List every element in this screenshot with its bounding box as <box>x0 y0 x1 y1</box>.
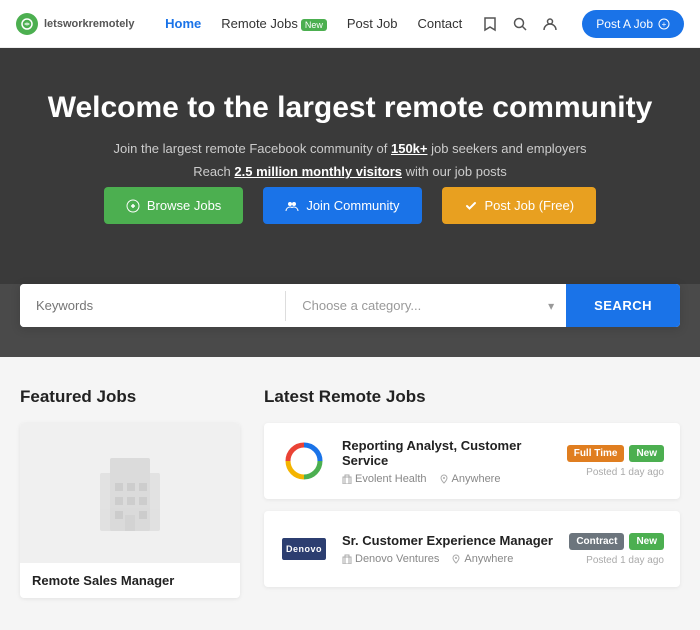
job-location-1: Anywhere <box>439 473 501 485</box>
tag-new-1: New <box>629 445 664 462</box>
hero-buttons: Browse Jobs Join Community Post Job (Fre… <box>20 187 680 224</box>
logo-icon <box>16 13 38 35</box>
job-meta-1: Evolent Health Anywhere <box>342 473 553 485</box>
svg-text:+: + <box>662 20 667 29</box>
latest-section: Latest Remote Jobs Reporting Analyst, Cu… <box>264 387 680 599</box>
join-community-button[interactable]: Join Community <box>263 187 421 224</box>
hero-title: Welcome to the largest remote community <box>20 88 680 127</box>
post-job-free-button[interactable]: Post Job (Free) <box>442 187 597 224</box>
tag-row-1: Full Time New <box>567 445 664 462</box>
job-info-2: Sr. Customer Experience Manager Denovo V… <box>342 533 555 565</box>
user-icon-button[interactable] <box>542 16 558 32</box>
featured-job-card[interactable]: Remote Sales Manager <box>20 423 240 598</box>
job-info-1: Reporting Analyst, Customer Service Evol… <box>342 438 553 485</box>
tag-posted-2: Posted 1 day ago <box>586 555 664 566</box>
category-select[interactable]: Choose a category... <box>286 284 566 327</box>
hero-subtitle: Join the largest remote Facebook communi… <box>20 141 680 156</box>
nav-links: Home Remote JobsNew Post Job Contact <box>165 16 462 31</box>
browse-jobs-button[interactable]: Browse Jobs <box>104 187 243 224</box>
tag-new-2: New <box>629 533 664 550</box>
hero-section: Welcome to the largest remote community … <box>0 48 700 284</box>
job-logo-denovo: Denovo <box>280 525 328 573</box>
featured-job-image <box>20 423 240 563</box>
job-logo-evolent <box>280 437 328 485</box>
logo-text: letsworkremotely <box>44 18 134 30</box>
featured-section: Featured Jobs Remote Sales <box>20 387 240 599</box>
category-select-wrap: Choose a category... <box>286 284 566 327</box>
hero-link-visitors: 2.5 million monthly visitors <box>234 164 402 179</box>
main-content: Featured Jobs Remote Sales <box>0 357 700 629</box>
job-item[interactable]: Reporting Analyst, Customer Service Evol… <box>264 423 680 499</box>
job-location-2: Anywhere <box>451 553 513 565</box>
nav-icons: Post A Job + <box>482 10 684 38</box>
job-company-2: Denovo Ventures <box>342 553 439 565</box>
site-logo[interactable]: letsworkremotely <box>16 13 134 35</box>
nav-remote-jobs[interactable]: Remote JobsNew <box>221 16 327 31</box>
tag-fulltime-1: Full Time <box>567 445 625 462</box>
nav-post-job[interactable]: Post Job <box>347 16 398 31</box>
latest-title: Latest Remote Jobs <box>264 387 680 407</box>
keywords-input[interactable] <box>20 284 285 327</box>
tag-posted-1: Posted 1 day ago <box>586 467 664 478</box>
search-section: Choose a category... SEARCH <box>0 284 700 357</box>
job-tags-1: Full Time New Posted 1 day ago <box>567 445 664 478</box>
post-job-free-label: Post Job (Free) <box>485 198 575 213</box>
nav-badge: New <box>301 19 327 31</box>
tag-contract-2: Contract <box>569 533 624 550</box>
post-job-label: Post A Job <box>596 17 653 31</box>
denovo-logo-img: Denovo <box>282 538 326 560</box>
job-meta-2: Denovo Ventures Anywhere <box>342 553 555 565</box>
tag-row-2: Contract New <box>569 533 664 550</box>
search-button[interactable]: SEARCH <box>566 284 680 327</box>
job-company-1: Evolent Health <box>342 473 427 485</box>
hero-sub2: Reach 2.5 million monthly visitors with … <box>20 164 680 179</box>
featured-job-title: Remote Sales Manager <box>20 563 240 598</box>
navbar: letsworkremotely Home Remote JobsNew Pos… <box>0 0 700 48</box>
hero-link-150k[interactable]: 150k+ <box>391 141 428 156</box>
job-tags-2: Contract New Posted 1 day ago <box>569 533 664 566</box>
featured-title: Featured Jobs <box>20 387 240 407</box>
post-job-button[interactable]: Post A Job + <box>582 10 684 38</box>
job-title-2: Sr. Customer Experience Manager <box>342 533 555 548</box>
search-icon-button[interactable] <box>512 16 528 32</box>
bookmark-icon-button[interactable] <box>482 16 498 32</box>
job-item-2[interactable]: Denovo Sr. Customer Experience Manager D… <box>264 511 680 587</box>
nav-contact[interactable]: Contact <box>417 16 462 31</box>
join-community-label: Join Community <box>306 198 399 213</box>
nav-home[interactable]: Home <box>165 16 201 31</box>
browse-jobs-label: Browse Jobs <box>147 198 221 213</box>
job-title-1: Reporting Analyst, Customer Service <box>342 438 553 468</box>
search-bar: Choose a category... SEARCH <box>20 284 680 327</box>
